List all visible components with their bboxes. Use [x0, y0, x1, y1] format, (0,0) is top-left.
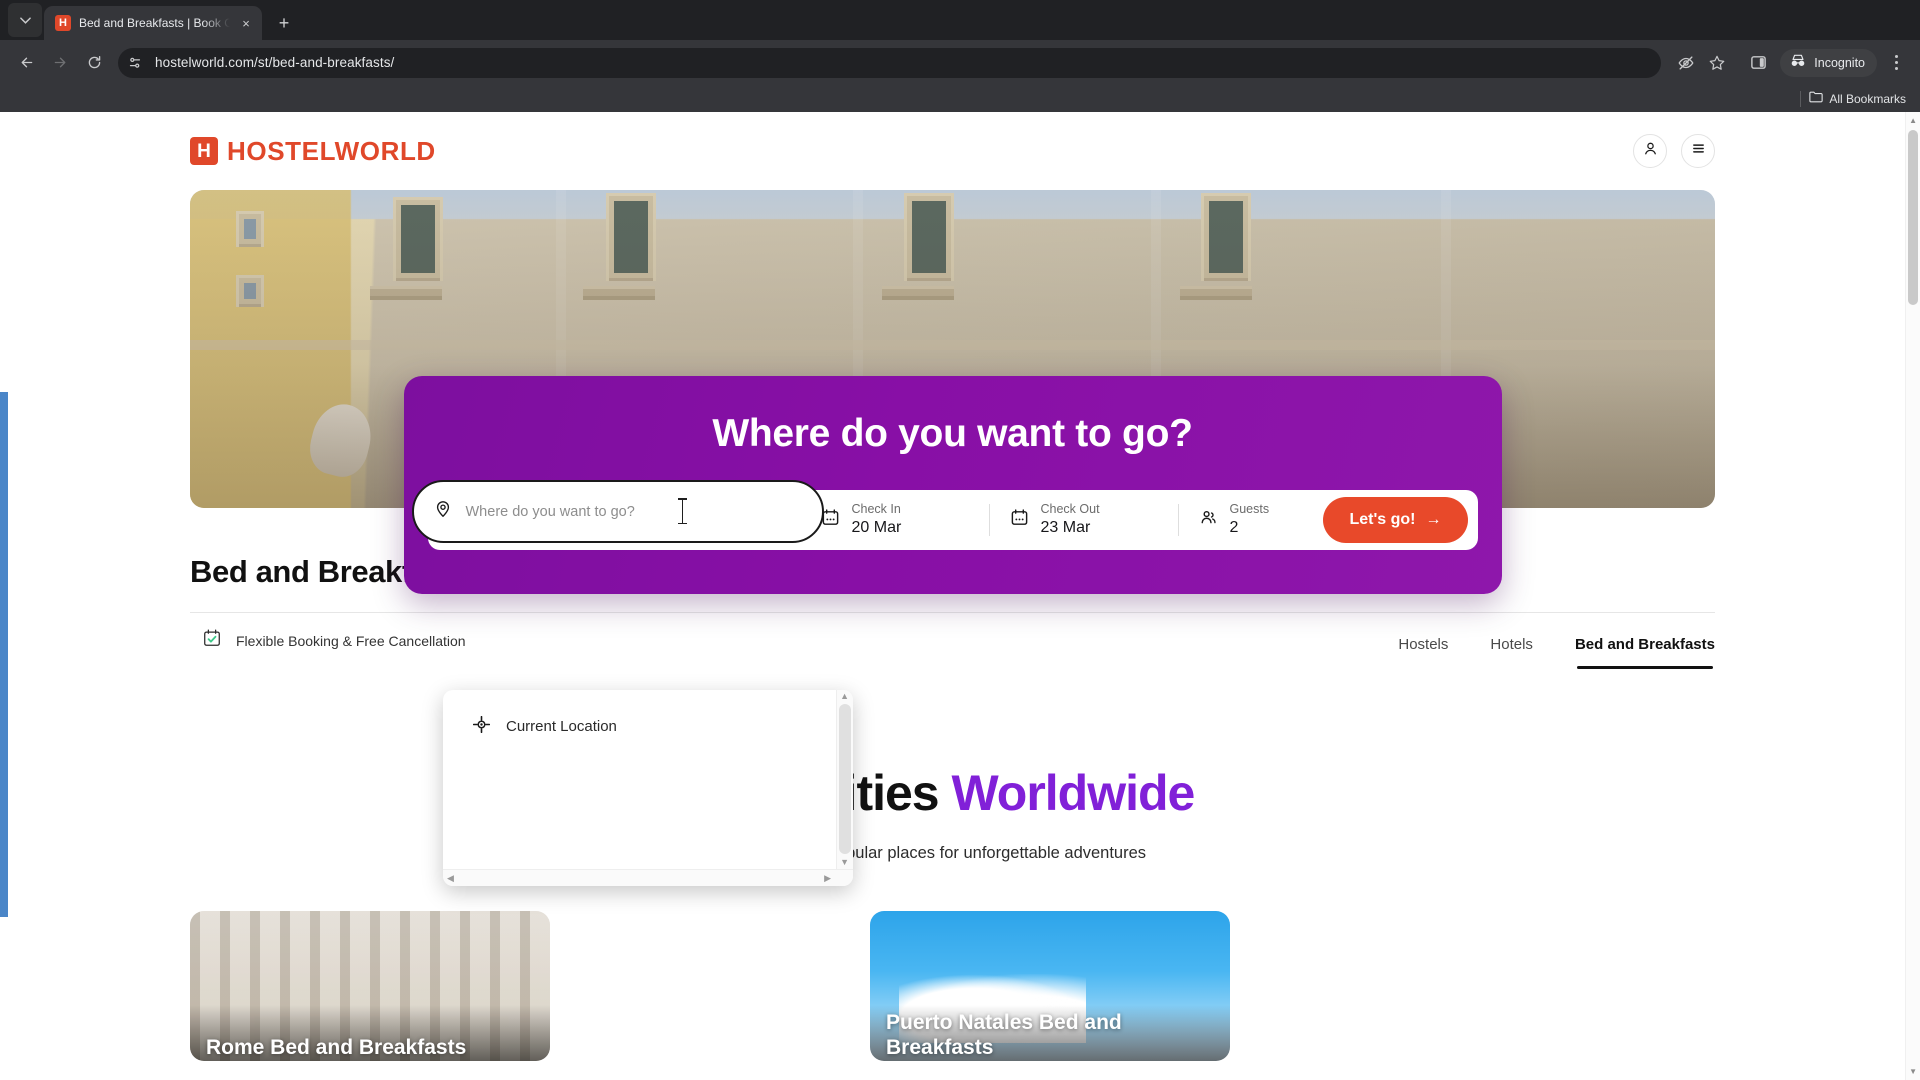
account-button[interactable] — [1633, 134, 1667, 168]
checkin-label: Check In — [851, 502, 901, 517]
reload-icon[interactable] — [78, 47, 110, 79]
folder-icon — [1809, 91, 1823, 106]
calendar-check-icon — [202, 628, 222, 653]
lets-go-button[interactable]: Let's go! → — [1323, 497, 1468, 543]
city-card-title: Rome Bed and Breakfasts — [206, 1036, 467, 1060]
search-bar: Where do you want to go? Check In 20 Mar… — [411, 480, 1478, 550]
scroll-down-arrow-icon[interactable]: ▼ — [840, 858, 849, 867]
bookmarks-divider — [1800, 90, 1802, 107]
favicon-letter: H — [59, 16, 67, 29]
destination-field-slot: Where do you want to go? — [411, 480, 824, 550]
checkout-label: Check Out — [1040, 502, 1100, 517]
destination-placeholder: Where do you want to go? — [465, 503, 635, 520]
address-bar[interactable]: hostelworld.com/st/bed-and-breakfasts/ — [118, 47, 1662, 78]
city-card-title: Puerto Natales Bed and Breakfasts — [886, 1011, 1122, 1060]
tab-bed-and-breakfasts[interactable]: Bed and Breakfasts — [1575, 636, 1715, 669]
forward-arrow-icon[interactable] — [44, 47, 76, 79]
incognito-label: Incognito — [1814, 55, 1865, 70]
tab-title: Bed and Breakfasts | Book Che — [79, 16, 230, 30]
back-arrow-icon[interactable] — [10, 47, 42, 79]
logo-text: HOSTELWORLD — [227, 135, 436, 166]
hero-section: Where do you want to go? Where do you wa… — [0, 190, 1905, 594]
page-scroll-thumb[interactable] — [1908, 130, 1918, 305]
autocomplete-scroll-thumb[interactable] — [839, 704, 851, 854]
focus-indicator-strip — [0, 392, 8, 917]
top-cities-heading-b: Worldwide — [951, 765, 1196, 821]
all-bookmarks-label: All Bookmarks — [1829, 91, 1906, 106]
all-bookmarks-button[interactable]: All Bookmarks — [1809, 91, 1906, 106]
side-panel-icon[interactable] — [1743, 48, 1773, 78]
site-header: H HOSTELWORLD — [0, 112, 1905, 190]
top-cities-subtitle: Discover popular places for unforgettabl… — [758, 844, 1147, 862]
star-icon[interactable] — [1702, 48, 1732, 78]
checkin-field[interactable]: Check In 20 Mar — [801, 490, 989, 550]
property-type-tabbar: Flexible Booking & Free Cancellation Hos… — [190, 612, 1715, 669]
tab-hostels[interactable]: Hostels — [1398, 636, 1448, 669]
top-cities-section: Top Cities Worldwide Discover popular pl… — [0, 764, 1905, 863]
autocomplete-vertical-scrollbar[interactable]: ▲ ▼ — [836, 690, 853, 869]
city-card-puerto-natales[interactable]: Puerto Natales Bed and Breakfasts — [870, 911, 1230, 1061]
hostelworld-logo[interactable]: H HOSTELWORLD — [190, 136, 436, 167]
scroll-left-arrow-icon[interactable]: ◀ — [447, 874, 454, 883]
kebab-menu-icon[interactable] — [1882, 48, 1910, 78]
hamburger-icon — [1690, 140, 1707, 162]
city-cards: Rome Bed and Breakfasts Puerto Natales B… — [0, 911, 1905, 1061]
bookmarks-bar: All Bookmarks — [0, 85, 1920, 112]
autocomplete-horizontal-scrollbar[interactable]: ◀ ▶ — [443, 869, 853, 886]
page-scroll-up-arrow-icon[interactable]: ▲ — [1909, 116, 1917, 125]
guests-value: 2 — [1229, 519, 1239, 537]
calendar-icon — [1010, 508, 1029, 532]
lets-go-label: Let's go! — [1349, 511, 1416, 528]
person-icon — [1642, 140, 1659, 162]
browser-tab-strip: H Bed and Breakfasts | Book Che × + — [0, 0, 1920, 40]
logo-mark-letter: H — [197, 140, 211, 162]
destination-autocomplete-dropdown: Current Location ▲ ▼ ◀ ▶ — [443, 690, 853, 886]
flexible-booking-label: Flexible Booking & Free Cancellation — [236, 632, 466, 649]
header-actions — [1633, 134, 1715, 168]
toolbar-right-actions: Incognito — [1671, 48, 1910, 78]
guests-label: Guests — [1229, 502, 1270, 517]
tab-favicon: H — [55, 15, 71, 31]
hero-title: Where do you want to go? — [712, 412, 1193, 455]
tab-close-icon[interactable]: × — [238, 15, 254, 31]
browser-toolbar: hostelworld.com/st/bed-and-breakfasts/ I… — [0, 40, 1920, 85]
flexible-booking-badge: Flexible Booking & Free Cancellation — [190, 628, 466, 653]
scroll-right-arrow-icon[interactable]: ▶ — [824, 874, 831, 883]
incognito-badge[interactable]: Incognito — [1780, 48, 1877, 77]
guests-icon — [1199, 508, 1218, 532]
tab-hotels[interactable]: Hotels — [1490, 636, 1533, 669]
page-scrollbar[interactable]: ▲ ▼ — [1905, 112, 1920, 1080]
menu-button[interactable] — [1681, 134, 1715, 168]
checkin-value: 20 Mar — [851, 519, 902, 537]
autocomplete-item-label: Current Location — [506, 718, 617, 735]
new-tab-button[interactable]: + — [270, 9, 298, 37]
autocomplete-list: Current Location — [443, 690, 836, 869]
guests-field[interactable]: Guests 2 — [1179, 490, 1319, 550]
checkout-field[interactable]: Check Out 23 Mar — [990, 490, 1178, 550]
logo-mark-icon: H — [190, 137, 218, 165]
tabs: Hostels Hotels Bed and Breakfasts — [1398, 613, 1715, 669]
text-cursor-icon — [677, 498, 687, 524]
eye-slash-icon[interactable] — [1671, 48, 1701, 78]
top-cities-heading: Top Cities Worldwide — [0, 764, 1905, 822]
page-content: H HOSTELWORLD Where do you want to go? W… — [0, 112, 1905, 1061]
scroll-up-arrow-icon[interactable]: ▲ — [840, 692, 849, 701]
city-card-rome[interactable]: Rome Bed and Breakfasts — [190, 911, 550, 1061]
url-text: hostelworld.com/st/bed-and-breakfasts/ — [155, 55, 395, 70]
tab-search-icon[interactable] — [8, 3, 42, 37]
checkout-value: 23 Mar — [1040, 519, 1091, 537]
location-pin-icon — [434, 500, 452, 523]
page-scroll-down-arrow-icon[interactable]: ▼ — [1909, 1067, 1917, 1076]
browser-tab[interactable]: H Bed and Breakfasts | Book Che × — [44, 6, 262, 40]
autocomplete-item-current-location[interactable]: Current Location — [443, 708, 836, 745]
page-viewport: H HOSTELWORLD Where do you want to go? W… — [0, 112, 1920, 1080]
page-settings-icon[interactable] — [124, 52, 146, 74]
crosshair-location-icon — [472, 715, 491, 737]
incognito-icon — [1789, 54, 1807, 71]
search-panel: Where do you want to go? Where do you wa… — [403, 376, 1502, 594]
browser-window: H Bed and Breakfasts | Book Che × + host… — [0, 0, 1920, 1080]
arrow-right-icon: → — [1425, 511, 1442, 528]
destination-input[interactable]: Where do you want to go? — [411, 480, 824, 543]
